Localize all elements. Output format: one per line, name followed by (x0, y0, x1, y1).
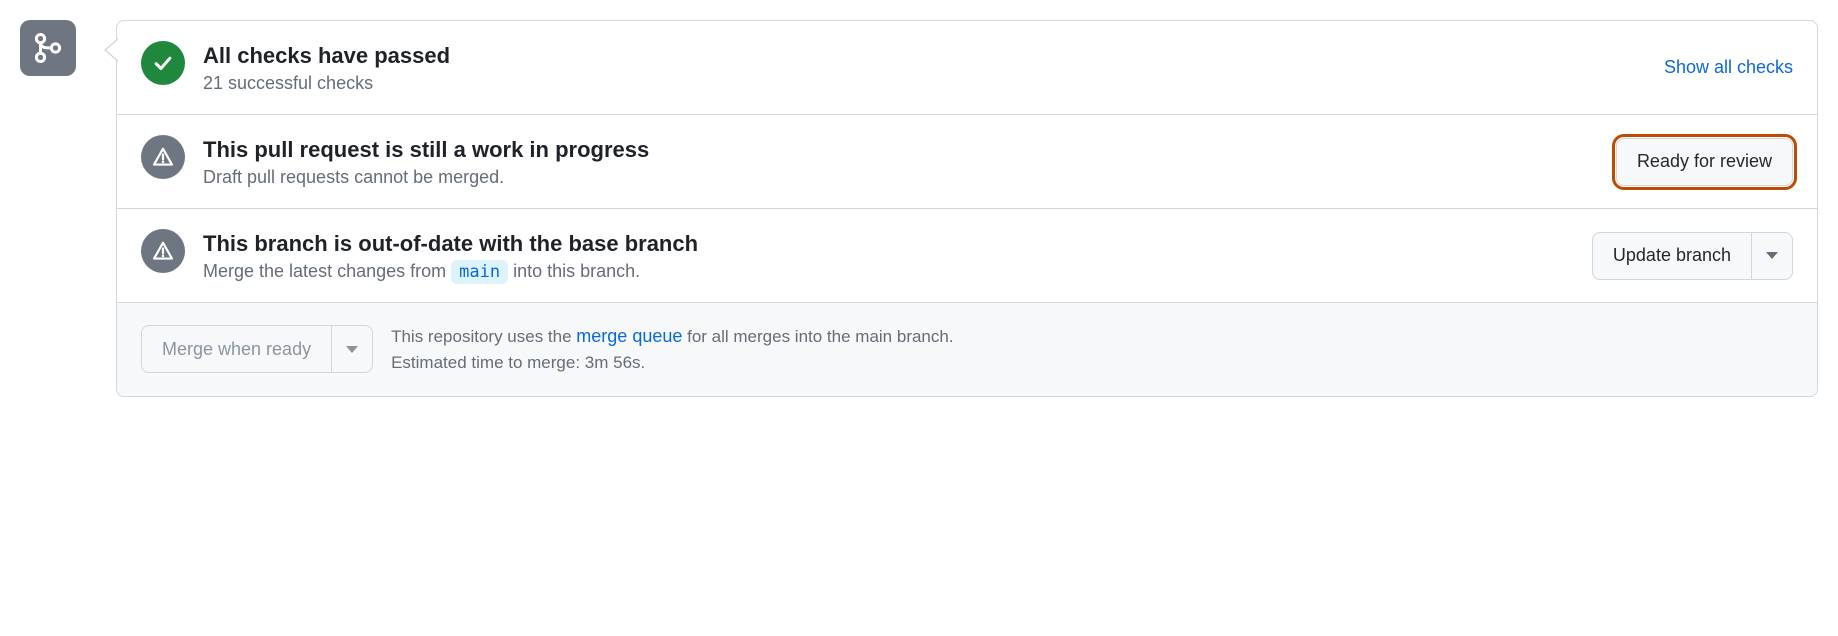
merge-when-ready-group: Merge when ready (141, 325, 373, 373)
draft-text: This pull request is still a work in pro… (203, 135, 1598, 188)
checks-subtitle: 21 successful checks (203, 73, 1646, 94)
merge-queue-link[interactable]: merge queue (576, 326, 682, 346)
checks-text: All checks have passed 21 successful che… (203, 41, 1646, 94)
check-success-icon (141, 41, 185, 85)
draft-title: This pull request is still a work in pro… (203, 137, 1598, 163)
alert-icon (141, 135, 185, 179)
checks-title: All checks have passed (203, 43, 1646, 69)
checks-section: All checks have passed 21 successful che… (117, 21, 1817, 115)
outofdate-title: This branch is out-of-date with the base… (203, 231, 1574, 257)
merge-info-suffix: for all merges into the main branch. (682, 327, 953, 346)
git-merge-icon (33, 33, 63, 63)
show-all-checks-link[interactable]: Show all checks (1664, 57, 1793, 77)
draft-subtitle: Draft pull requests cannot be merged. (203, 167, 1598, 188)
chevron-down-icon (1766, 252, 1778, 259)
merge-info-prefix: This repository uses the (391, 327, 576, 346)
merge-info: This repository uses the merge queue for… (391, 323, 953, 376)
update-branch-group: Update branch (1592, 232, 1793, 280)
merge-box: All checks have passed 21 successful che… (116, 20, 1818, 397)
update-branch-button[interactable]: Update branch (1592, 232, 1752, 280)
alert-icon (141, 229, 185, 273)
chevron-down-icon (346, 346, 358, 353)
base-branch-name: main (451, 260, 508, 284)
pr-merge-status: All checks have passed 21 successful che… (20, 20, 1818, 397)
outofdate-sub-prefix: Merge the latest changes from (203, 261, 451, 281)
merge-when-ready-button[interactable]: Merge when ready (141, 325, 332, 373)
merge-when-ready-dropdown[interactable] (332, 325, 373, 373)
outofdate-section: This branch is out-of-date with the base… (117, 209, 1817, 303)
merge-estimate: Estimated time to merge: 3m 56s. (391, 350, 953, 376)
merge-footer: Merge when ready This repository uses th… (117, 303, 1817, 396)
draft-section: This pull request is still a work in pro… (117, 115, 1817, 209)
outofdate-subtitle: Merge the latest changes from main into … (203, 261, 1574, 282)
git-merge-badge (20, 20, 76, 76)
ready-for-review-button[interactable]: Ready for review (1616, 138, 1793, 186)
update-branch-dropdown[interactable] (1752, 232, 1793, 280)
outofdate-text: This branch is out-of-date with the base… (203, 229, 1574, 282)
outofdate-sub-suffix: into this branch. (508, 261, 640, 281)
